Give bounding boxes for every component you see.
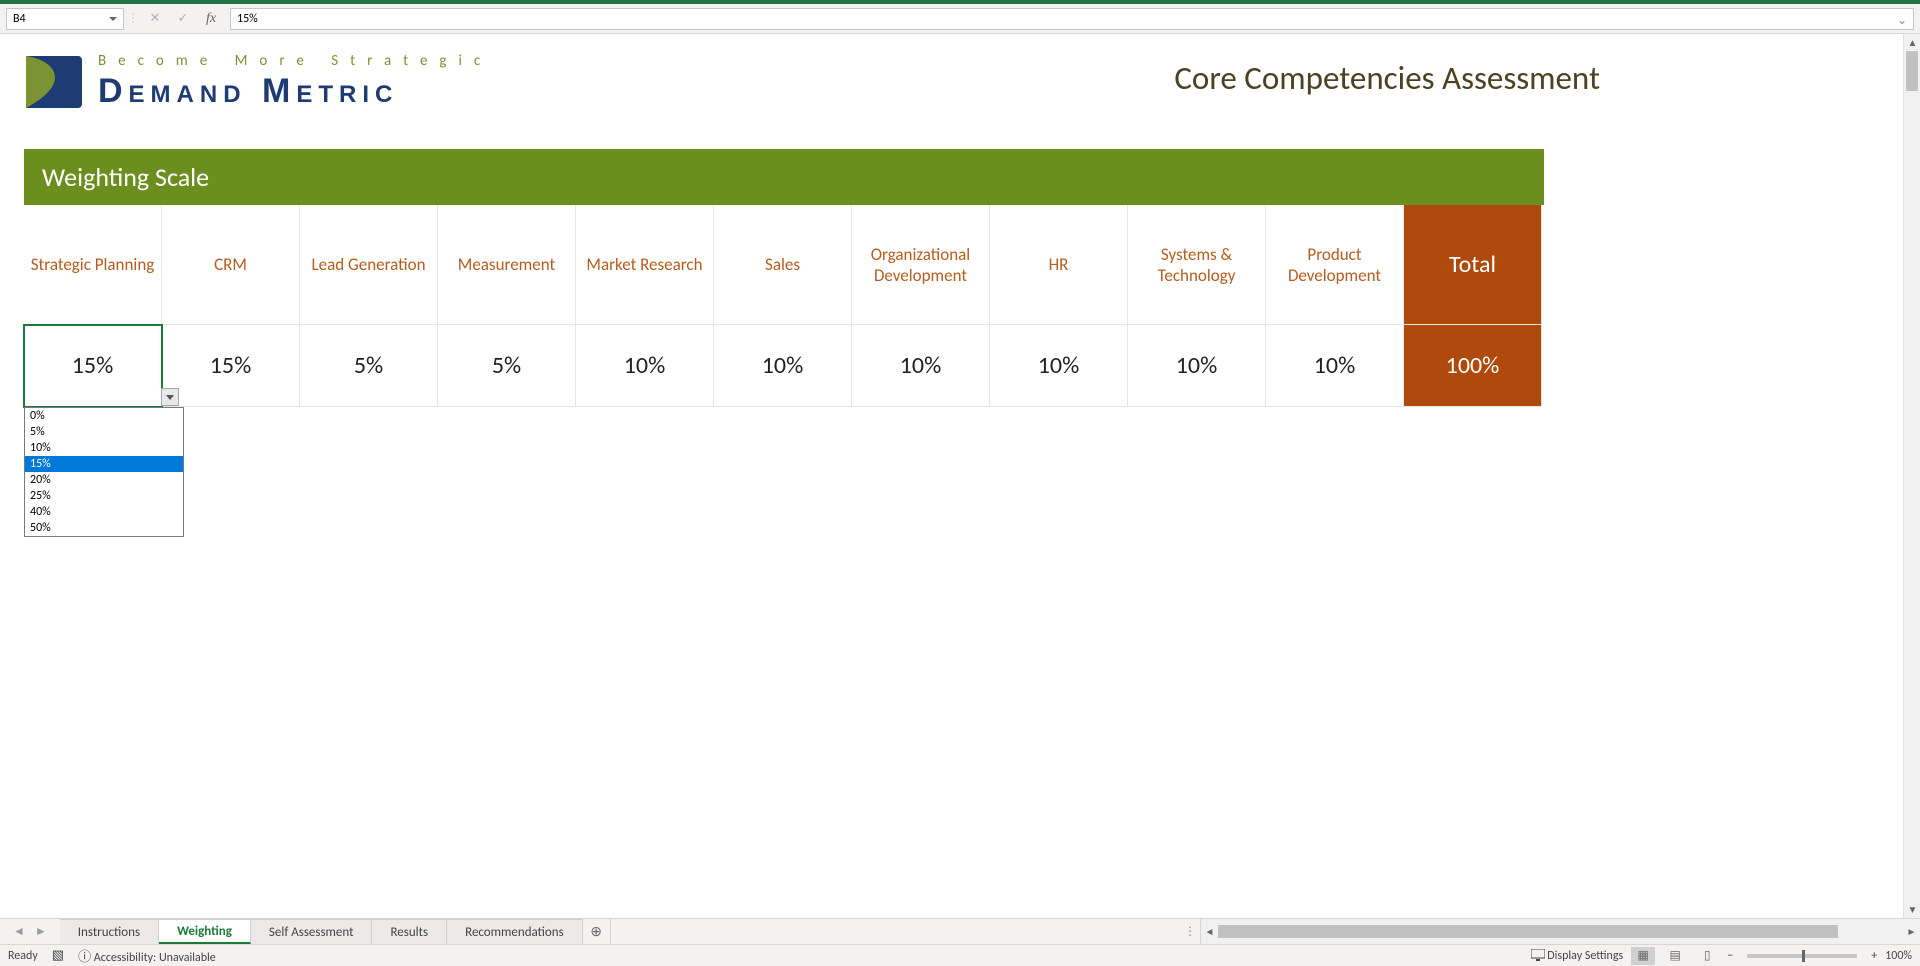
cell-value: 15% [72,351,113,380]
accessibility-text: Accessibility: Unavailable [94,951,216,965]
sheet-tab-active[interactable]: Weighting [159,919,251,944]
dropdown-option[interactable]: 50% [25,520,183,536]
section-title: Weighting Scale [42,161,209,193]
col-header: Market Research [576,205,714,325]
name-box-value: B4 [13,12,26,26]
zoom-level[interactable]: 100% [1885,949,1912,963]
monitor-icon [1531,949,1545,961]
col-header: Organizational Development [852,205,990,325]
cell-total: 100% [1404,325,1542,407]
dropdown-option[interactable]: 0% [25,408,183,424]
tab-next-icon[interactable]: ► [32,924,50,939]
scroll-track[interactable] [1904,51,1920,901]
cell[interactable]: 5% [438,325,576,407]
table-header-row: Strategic Planning CRM Lead Generation M… [24,205,1544,325]
col-header: Measurement [438,205,576,325]
vertical-scrollbar[interactable]: ▲ ▼ [1903,34,1920,918]
formula-input[interactable]: 15% ⌄ [230,8,1914,30]
logo-block: Become More Strategic Demand Metric [24,52,492,111]
expand-formula-icon[interactable]: ⌄ [1897,13,1909,25]
logo-brand: Demand Metric [98,72,492,111]
cancel-icon[interactable]: ✕ [142,8,168,30]
confirm-icon[interactable]: ✓ [170,8,196,30]
sheet-tab[interactable]: Results [372,919,447,944]
dropdown-option[interactable]: 25% [25,488,183,504]
accessibility-icon: ⓘ [78,950,91,965]
zoom-in-button[interactable]: + [1871,949,1877,963]
view-normal-icon[interactable]: ▦ [1631,947,1655,965]
fx-icon[interactable]: fx [198,8,224,30]
status-ready: Ready [8,949,38,963]
formula-bar: B4 ⋮ ✕ ✓ fx 15% ⌄ [0,4,1920,34]
col-header: Product Development [1266,205,1404,325]
scroll-left-icon[interactable]: ◄ [1201,923,1218,940]
table-value-row: 15% 15% 5% 5% 10% 10% 10% 10% 10% 10% 10… [24,325,1544,407]
view-page-layout-icon[interactable]: ▤ [1663,947,1687,965]
dropdown-list[interactable]: 0% 5% 10% 15% 20% 25% 40% 50% [24,407,184,537]
dropdown-option-selected[interactable]: 15% [25,456,183,472]
dropdown-option[interactable]: 10% [25,440,183,456]
dropdown-option[interactable]: 5% [25,424,183,440]
cell[interactable]: 10% [852,325,990,407]
sheet-tabs-row: ◄ ► Instructions Weighting Self Assessme… [0,918,1920,944]
col-header: Systems & Technology [1128,205,1266,325]
cell[interactable]: 5% [300,325,438,407]
zoom-knob[interactable] [1802,950,1805,962]
weighting-table: Strategic Planning CRM Lead Generation M… [24,205,1544,407]
cell[interactable]: 10% [990,325,1128,407]
dropdown-option[interactable]: 40% [25,504,183,520]
view-page-break-icon[interactable]: ▯ [1695,947,1719,965]
scroll-track[interactable] [1218,923,1903,940]
sheet-tab[interactable]: Recommendations [447,919,583,944]
display-settings-label: Display Settings [1547,949,1623,963]
separator: ⋮ [126,11,140,26]
worksheet-area: Become More Strategic Demand Metric Core… [0,34,1920,918]
cell[interactable]: 10% [714,325,852,407]
cell[interactable]: 15% [162,325,300,407]
name-box[interactable]: B4 [6,8,124,30]
sheet-tab[interactable]: Instructions [60,919,159,944]
scroll-thumb[interactable] [1906,51,1918,91]
section-header: Weighting Scale [24,149,1544,205]
logo-icon [24,54,84,110]
chevron-down-icon[interactable] [109,17,117,21]
display-settings-button[interactable]: Display Settings [1531,949,1624,963]
formula-text: 15% [237,12,258,26]
page-title: Core Competencies Assessment [1174,58,1600,98]
cell[interactable]: 10% [576,325,714,407]
col-header: HR [990,205,1128,325]
scroll-down-icon[interactable]: ▼ [1904,901,1920,918]
add-sheet-button[interactable]: ⊕ [583,919,611,944]
horizontal-scrollbar[interactable]: ◄ ► [1200,919,1920,944]
cell[interactable]: 10% [1128,325,1266,407]
col-header-total: Total [1404,205,1542,325]
cell[interactable]: 10% [1266,325,1404,407]
zoom-out-button[interactable]: − [1727,949,1733,963]
status-bar: Ready ▧ ⓘ Accessibility: Unavailable Dis… [0,944,1920,966]
scroll-right-icon[interactable]: ► [1903,923,1920,940]
cell-active[interactable]: 15% [24,325,162,407]
col-header: Strategic Planning [24,205,162,325]
sheet-tab[interactable]: Self Assessment [251,919,373,944]
scroll-up-icon[interactable]: ▲ [1904,34,1920,51]
scroll-thumb[interactable] [1218,925,1838,938]
dropdown-button[interactable] [161,388,179,406]
tab-nav: ◄ ► [0,919,60,944]
macro-record-icon[interactable]: ▧ [52,948,64,963]
accessibility-status[interactable]: ⓘ Accessibility: Unavailable [78,946,216,965]
col-header: Sales [714,205,852,325]
col-header: Lead Generation [300,205,438,325]
col-header: CRM [162,205,300,325]
tabs-spacer: ⋮ [611,919,1200,944]
zoom-slider[interactable] [1747,954,1857,958]
tab-prev-icon[interactable]: ◄ [10,924,28,939]
logo-tagline: Become More Strategic [98,52,492,70]
dropdown-option[interactable]: 20% [25,472,183,488]
